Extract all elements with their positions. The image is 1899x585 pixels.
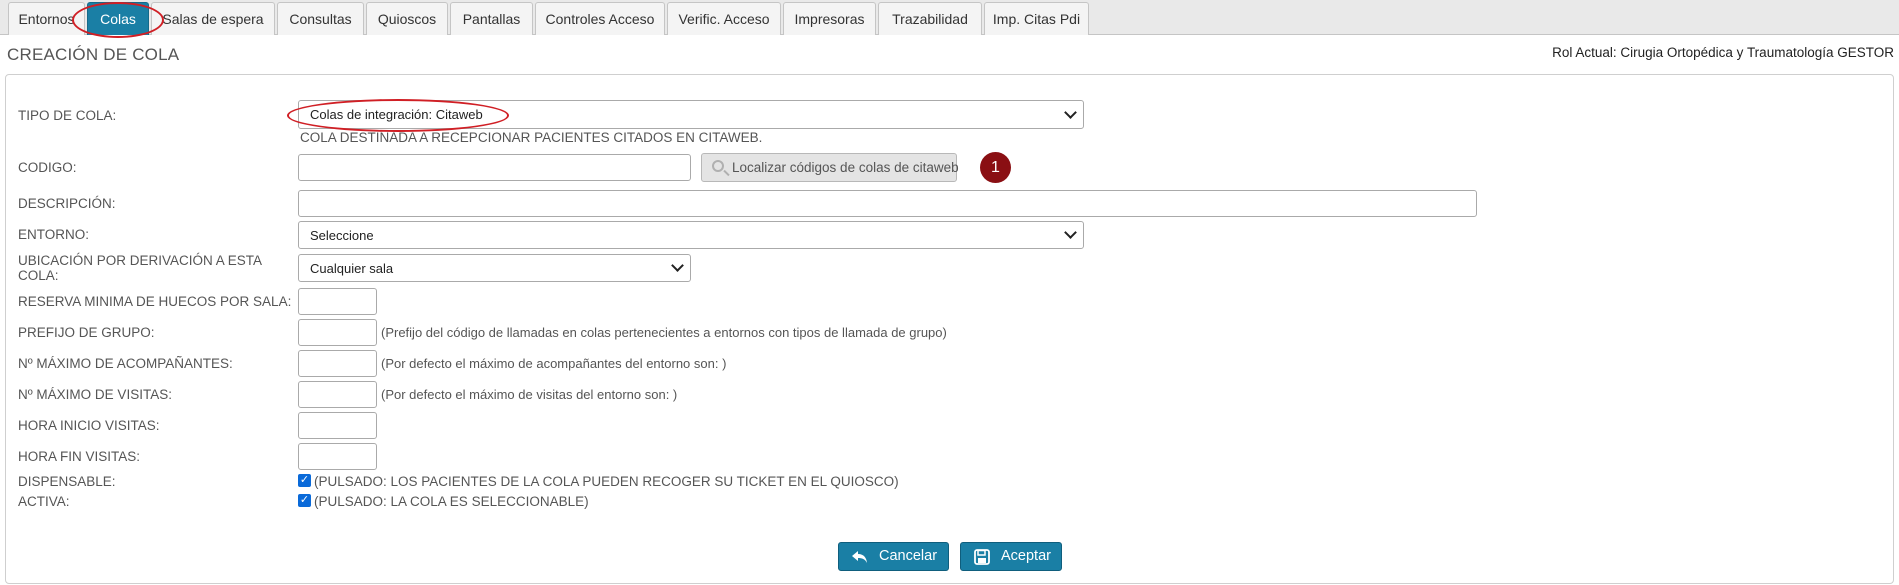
tipo-cola-select[interactable]: Colas de integración: Citaweb xyxy=(298,100,1084,129)
max-acompanantes-input[interactable] xyxy=(298,350,377,377)
tab-trazabilidad[interactable]: Trazabilidad xyxy=(878,2,982,35)
chevron-down-icon xyxy=(1064,226,1077,239)
save-icon xyxy=(974,549,990,565)
accept-button[interactable]: Aceptar xyxy=(960,542,1062,571)
prefijo-hint: (Prefijo del código de llamadas en colas… xyxy=(381,325,947,340)
dispensable-checkbox[interactable]: ✓ xyxy=(298,474,311,487)
tab-pantallas[interactable]: Pantallas xyxy=(450,2,533,35)
tab-colas[interactable]: Colas xyxy=(87,2,149,35)
chevron-down-icon xyxy=(1064,105,1077,119)
reserva-input[interactable] xyxy=(298,288,377,315)
tab-bar: Entornos Colas Salas de espera Consultas… xyxy=(0,0,1899,35)
ubicacion-label-line2: COLA: xyxy=(18,268,59,283)
activa-hint: (PULSADO: LA COLA ES SELECCIONABLE) xyxy=(314,494,589,509)
hora-fin-label: HORA FIN VISITAS: xyxy=(18,449,141,464)
prefijo-input[interactable] xyxy=(298,319,377,346)
activa-label: ACTIVA: xyxy=(18,494,70,509)
max-visitas-input[interactable] xyxy=(298,381,377,408)
entorno-value: Seleccione xyxy=(310,228,374,243)
chevron-down-icon xyxy=(671,259,684,272)
hora-inicio-input[interactable] xyxy=(298,412,377,439)
tipo-cola-label: TIPO DE COLA: xyxy=(18,108,117,123)
hora-fin-input[interactable] xyxy=(298,443,377,470)
descripcion-input[interactable] xyxy=(298,190,1477,217)
tab-verific-acceso[interactable]: Verific. Acceso xyxy=(667,2,781,35)
accept-label: Aceptar xyxy=(1001,548,1051,564)
cancel-button[interactable]: Cancelar xyxy=(838,542,949,571)
tab-quioscos[interactable]: Quioscos xyxy=(366,2,448,35)
tab-entornos[interactable]: Entornos xyxy=(8,2,85,35)
page-title: CREACIÓN DE COLA xyxy=(7,45,180,64)
step-badge: 1 xyxy=(980,152,1011,183)
max-acompanantes-label: Nº MÁXIMO DE ACOMPAÑANTES: xyxy=(18,356,233,371)
prefijo-label: PREFIJO DE GRUPO: xyxy=(18,325,155,340)
dispensable-label: DISPENSABLE: xyxy=(18,474,116,489)
ubicacion-label: UBICACIÓN POR DERIVACIÓN A ESTA COLA: xyxy=(18,253,262,283)
tipo-cola-value: Colas de integración: Citaweb xyxy=(310,107,483,122)
ubicacion-value: Cualquier sala xyxy=(310,261,394,276)
codigo-label: CODIGO: xyxy=(18,160,77,175)
localizar-codigos-label: Localizar códigos de colas de citaweb xyxy=(732,160,959,175)
search-icon xyxy=(712,160,724,172)
form-panel xyxy=(5,74,1894,584)
cancel-label: Cancelar xyxy=(879,548,938,564)
tab-controles-acceso[interactable]: Controles Acceso xyxy=(535,2,665,35)
activa-checkbox[interactable]: ✓ xyxy=(298,494,311,507)
localizar-codigos-button[interactable]: Localizar códigos de colas de citaweb xyxy=(701,153,959,182)
tab-imp-citas-pdi[interactable]: Imp. Citas Pdi xyxy=(984,2,1089,35)
entorno-label: ENTORNO: xyxy=(18,227,90,242)
ubicacion-select[interactable]: Cualquier sala xyxy=(298,254,691,282)
codigo-input[interactable] xyxy=(298,154,691,181)
tab-salas-de-espera[interactable]: Salas de espera xyxy=(151,2,275,35)
undo-icon xyxy=(852,551,867,563)
rol-actual: Rol Actual: Cirugia Ortopédica y Traumat… xyxy=(1552,45,1894,60)
tab-impresoras[interactable]: Impresoras xyxy=(783,2,876,35)
tipo-cola-description: COLA DESTINADA A RECEPCIONAR PACIENTES C… xyxy=(300,130,763,145)
hora-inicio-label: HORA INICIO VISITAS: xyxy=(18,418,160,433)
descripcion-label: DESCRIPCIÓN: xyxy=(18,196,116,211)
max-visitas-hint: (Por defecto el máximo de visitas del en… xyxy=(381,387,678,402)
entorno-select[interactable]: Seleccione xyxy=(298,221,1084,249)
max-acompanantes-hint: (Por defecto el máximo de acompañantes d… xyxy=(381,356,727,371)
reserva-label: RESERVA MINIMA DE HUECOS POR SALA: xyxy=(18,294,292,309)
tab-consultas[interactable]: Consultas xyxy=(277,2,364,35)
dispensable-hint: (PULSADO: LOS PACIENTES DE LA COLA PUEDE… xyxy=(314,474,899,489)
ubicacion-label-line1: UBICACIÓN POR DERIVACIÓN A ESTA xyxy=(18,253,263,268)
max-visitas-label: Nº MÁXIMO DE VISITAS: xyxy=(18,387,172,402)
